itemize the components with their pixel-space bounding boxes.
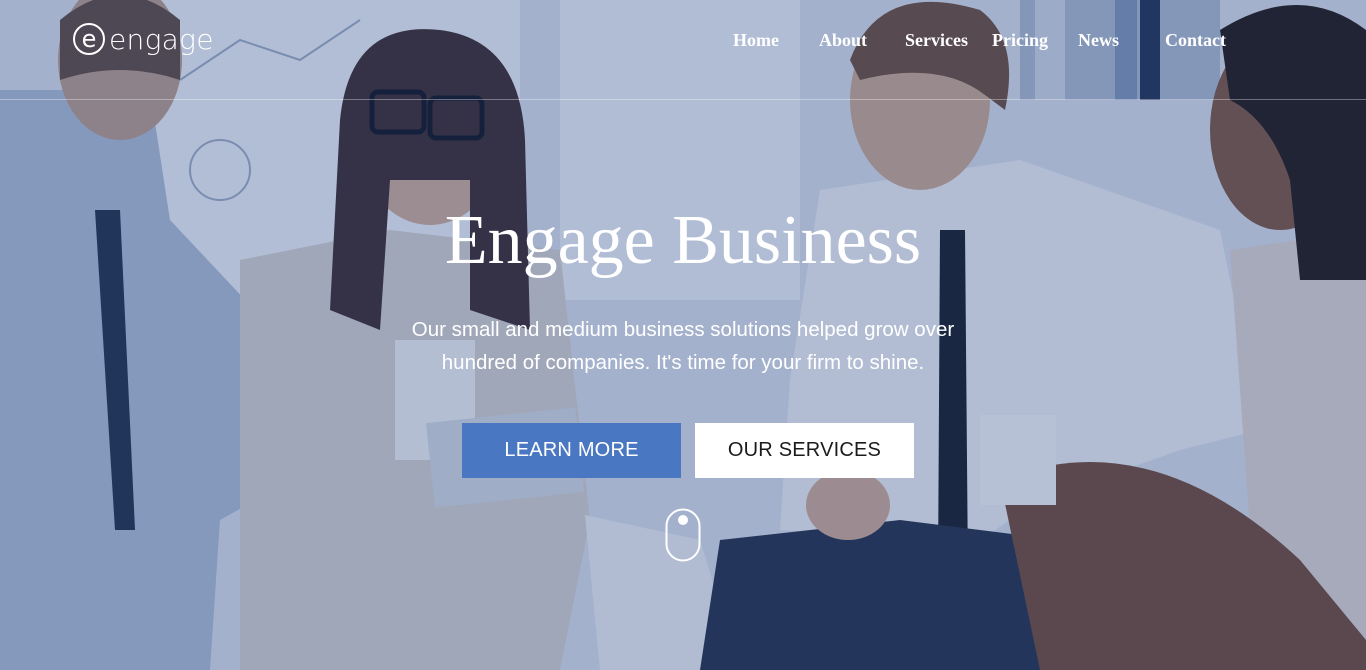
logo-e-icon: e (73, 23, 105, 55)
learn-more-button[interactable]: LEARN MORE (462, 423, 681, 478)
nav-item-services[interactable]: Services (905, 30, 968, 51)
hero-section: e engage Home About Services Pricing New… (0, 0, 1366, 670)
nav-item-pricing[interactable]: Pricing (992, 30, 1048, 51)
nav-item-about[interactable]: About (819, 30, 867, 51)
mouse-scroll-icon[interactable] (665, 508, 701, 562)
top-navbar: e engage Home About Services Pricing New… (0, 0, 1366, 100)
logo-text: engage (109, 22, 214, 56)
brand-logo[interactable]: e engage (73, 20, 214, 58)
our-services-button[interactable]: OUR SERVICES (695, 423, 914, 478)
nav-item-news[interactable]: News (1078, 30, 1119, 51)
hero-title: Engage Business (444, 202, 922, 279)
nav-item-contact[interactable]: Contact (1165, 30, 1226, 51)
hero-subtitle: Our small and medium business solutions … (411, 318, 955, 374)
nav-item-home[interactable]: Home (733, 30, 779, 51)
